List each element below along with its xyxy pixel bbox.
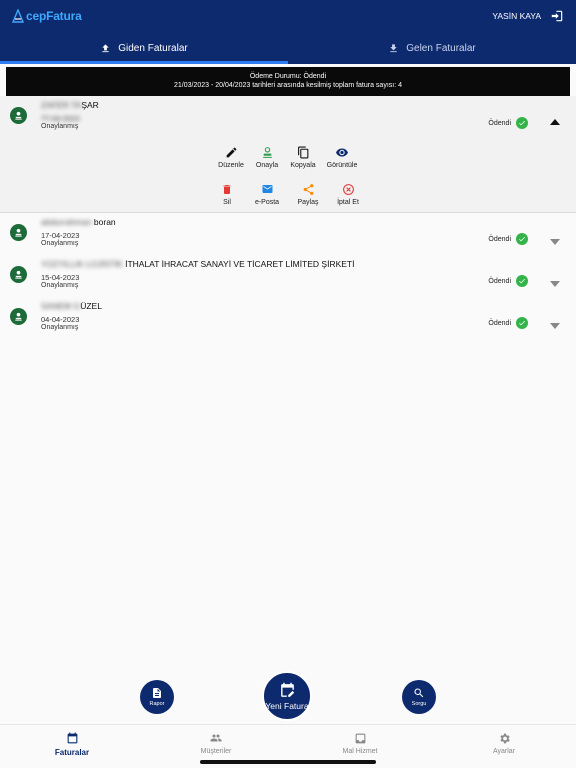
approved-stamp-icon [10, 308, 27, 325]
invoice-row[interactable]: ZAFER TAŞAR ??-04-2023 Onaylanmış Ödendi… [0, 96, 576, 213]
invoice-status: Onaylanmış [41, 324, 79, 331]
calendar-icon [27, 731, 117, 745]
logo-text: cepFatura [26, 9, 82, 23]
check-icon [516, 233, 528, 245]
cancel-label: İptal Et [337, 199, 359, 206]
report-button[interactable]: Rapor [140, 680, 174, 714]
cancel-invoice-button[interactable]: İptal Et [323, 181, 373, 206]
payment-summary-banner: Ödeme Durumu: Ödendi 21/03/2023 - 20/04/… [6, 67, 570, 96]
customer-name: SANEM GÜZEL [41, 301, 102, 311]
app-header: cepFatura YASİN KAYA [0, 0, 576, 33]
tab-label: Gelen Faturalar [406, 43, 476, 54]
search-icon [414, 688, 424, 698]
invoice-count-text: 21/03/2023 - 20/04/2023 tarihleri arasın… [173, 82, 403, 89]
approved-stamp-icon [10, 266, 27, 283]
nav-label: Müşteriler [200, 748, 232, 755]
invoice-row[interactable]: abdurrahman boran 17-04-2023 Onaylanmış … [0, 213, 576, 255]
calendar-edit-icon [280, 682, 294, 697]
invoice-date: 17-04-2023 [41, 231, 80, 240]
query-button[interactable]: Sorgu [402, 680, 436, 714]
new-invoice-button[interactable]: Yeni Fatura [262, 671, 312, 721]
customer-name: YÜZYILLIK LOJİSTİK İTHALAT İHRACAT SANAY… [41, 259, 355, 269]
payment-status: Ödendi [488, 275, 528, 287]
invoice-status: Onaylanmış [41, 123, 79, 130]
invoice-tabs: Giden Faturalar Gelen Faturalar [0, 33, 576, 64]
cancel-circle-icon [323, 181, 373, 197]
nav-label: Faturalar [54, 748, 90, 757]
gear-icon [459, 731, 549, 745]
expand-caret-icon[interactable] [550, 232, 560, 250]
tab-label: Giden Faturalar [118, 43, 188, 54]
nav-label: Mal Hizmet [342, 748, 378, 755]
upload-icon [102, 44, 109, 53]
inbox-icon [315, 731, 405, 745]
payment-status: Ödendi [488, 117, 528, 129]
view-button[interactable]: Görüntüle [317, 144, 367, 169]
invoice-date: 04-04-2023 [41, 315, 80, 324]
logout-icon[interactable] [550, 9, 564, 28]
expand-caret-icon[interactable] [550, 274, 560, 292]
view-label: Görüntüle [326, 162, 358, 169]
report-label: Rapor [149, 701, 165, 707]
payment-status: Ödendi [488, 317, 528, 329]
home-indicator [200, 760, 376, 764]
customer-name: ZAFER TAŞAR [41, 100, 99, 110]
invoice-row[interactable]: YÜZYILLIK LOJİSTİK İTHALAT İHRACAT SANAY… [0, 255, 576, 297]
new-invoice-label: Yeni Fatura [265, 700, 309, 711]
people-icon [171, 731, 261, 745]
nav-label: Ayarlar [492, 748, 516, 755]
tab-incoming-invoices[interactable]: Gelen Faturalar [288, 33, 576, 64]
check-icon [516, 275, 528, 287]
report-icon [153, 688, 161, 698]
approved-stamp-icon [10, 224, 27, 241]
customer-name: abdurrahman boran [41, 217, 116, 227]
download-icon [390, 44, 397, 53]
payment-status-text: Ödeme Durumu: Ödendi [249, 73, 327, 80]
payment-status: Ödendi [488, 233, 528, 245]
nav-settings[interactable]: Ayarlar [459, 731, 549, 755]
invoice-status: Onaylanmış [41, 282, 79, 289]
nav-customers[interactable]: Müşteriler [171, 731, 261, 755]
user-name: YASİN KAYA [492, 11, 541, 21]
approved-stamp-icon [10, 107, 27, 124]
tab-outgoing-invoices[interactable]: Giden Faturalar [0, 33, 288, 64]
check-icon [516, 117, 528, 129]
app-logo: cepFatura [12, 9, 82, 23]
invoice-date: 15-04-2023 [41, 273, 80, 282]
nav-invoices[interactable]: Faturalar [27, 731, 117, 757]
check-icon [516, 317, 528, 329]
expand-caret-icon[interactable] [550, 316, 560, 334]
invoice-row[interactable]: SANEM GÜZEL 04-04-2023 Onaylanmış Ödendi [0, 297, 576, 339]
invoice-status: Onaylanmış [41, 240, 79, 247]
query-label: Sorgu [411, 701, 427, 707]
logo-icon [12, 9, 24, 23]
nav-products-services[interactable]: Mal Hizmet [315, 731, 405, 755]
invoice-date: ??-04-2023 [41, 114, 80, 123]
collapse-caret-icon[interactable] [550, 112, 560, 130]
eye-icon [317, 144, 367, 160]
